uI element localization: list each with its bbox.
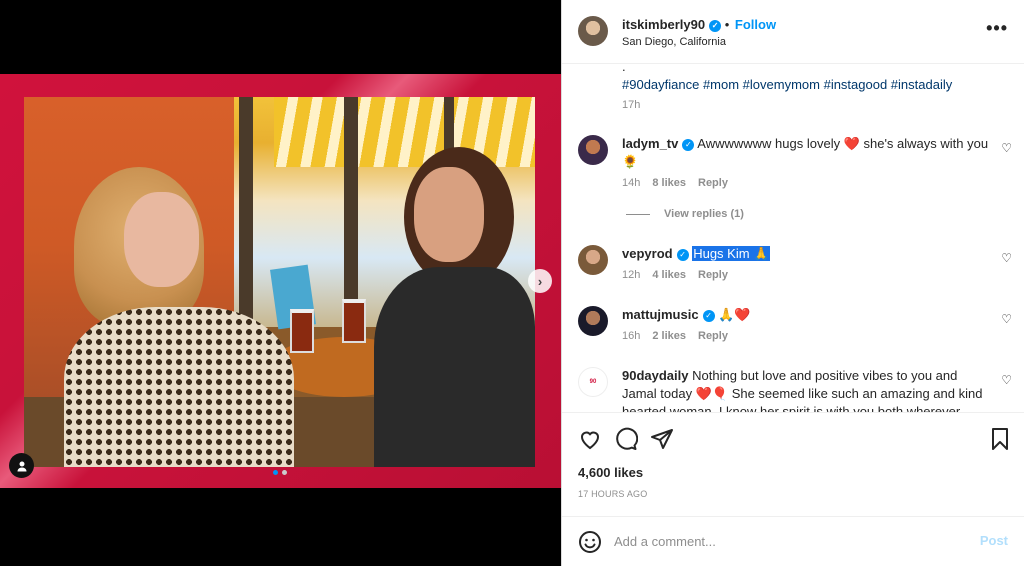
- post-timestamp[interactable]: 17 HOURS AGO: [578, 489, 647, 499]
- verified-badge-icon: ✓: [702, 309, 715, 322]
- avatar[interactable]: [578, 245, 608, 275]
- paper-plane-icon[interactable]: [650, 427, 674, 451]
- comment-meta: 12h 4 likes Reply: [622, 269, 728, 281]
- caption-time[interactable]: 17h: [622, 99, 640, 111]
- caption-hashtags[interactable]: #90dayfiance #mom #lovemymom #instagood …: [622, 77, 952, 92]
- post-header: itskimberly90 ✓ • Follow San Diego, Calif…: [562, 0, 1024, 64]
- heart-icon[interactable]: [578, 427, 602, 451]
- comment-like-icon[interactable]: ♡: [1001, 141, 1012, 155]
- comment-time[interactable]: 12h: [622, 269, 640, 281]
- avatar[interactable]: [578, 16, 608, 46]
- carousel-dot: [282, 470, 287, 475]
- comment-username[interactable]: ladym_tv: [622, 136, 678, 151]
- comment-likes[interactable]: 8 likes: [652, 177, 686, 189]
- comment-like-icon[interactable]: ♡: [1001, 251, 1012, 265]
- photo-person-right: [364, 147, 535, 467]
- comment-time[interactable]: 16h: [622, 330, 640, 342]
- comment-input[interactable]: [614, 529, 954, 553]
- post-details-panel: itskimberly90 ✓ • Follow San Diego, Calif…: [561, 0, 1024, 566]
- comment-icon[interactable]: [614, 427, 638, 451]
- comment-body: 90daydaily Nothing but love and positive…: [622, 367, 992, 412]
- photo-cup: [342, 299, 366, 343]
- comments-list[interactable]: . #90dayfiance #mom #lovemymom #instagoo…: [562, 65, 1024, 412]
- comment-meta: 14h 8 likes Reply: [622, 177, 728, 189]
- more-options-icon[interactable]: •••: [986, 18, 1008, 39]
- next-slide-button[interactable]: ›: [528, 269, 552, 293]
- photo-frame: [0, 74, 561, 488]
- comment-like-icon[interactable]: ♡: [1001, 373, 1012, 387]
- location-link[interactable]: San Diego, California: [622, 36, 726, 48]
- username-link[interactable]: itskimberly90: [622, 17, 705, 32]
- tagged-users-button[interactable]: [9, 453, 34, 478]
- avatar[interactable]: [578, 306, 608, 336]
- avatar[interactable]: [578, 135, 608, 165]
- verified-badge-icon: ✓: [709, 19, 722, 32]
- verified-badge-icon: ✓: [676, 248, 689, 261]
- post-comment-button[interactable]: Post: [980, 533, 1008, 548]
- smiley-icon[interactable]: [578, 530, 602, 554]
- view-replies-button[interactable]: View replies (1): [626, 208, 744, 220]
- post-photo[interactable]: [24, 97, 535, 467]
- comment-meta: 16h 2 likes Reply: [622, 330, 728, 342]
- reply-button[interactable]: Reply: [698, 269, 728, 281]
- likes-count[interactable]: 4,600 likes: [578, 465, 643, 480]
- post-author: itskimberly90 ✓ • Follow: [622, 17, 776, 32]
- user-tag-icon: [17, 461, 26, 471]
- comment-body: ladym_tv ✓ Awwwwwww hugs lovely ❤️ she's …: [622, 135, 992, 171]
- divider: [626, 213, 650, 215]
- carousel-dot-active: [273, 470, 278, 475]
- caption-text: .: [622, 65, 626, 74]
- comment-text: Hugs Kim 🙏: [692, 246, 771, 261]
- verified-badge-icon: ✓: [682, 138, 695, 151]
- add-comment-bar: Post: [562, 516, 1024, 566]
- logo-icon: 90: [589, 379, 597, 385]
- dot-separator: •: [724, 17, 730, 32]
- comment-text: 🙏❤️: [718, 307, 751, 322]
- comment-body: vepyrod ✓ Hugs Kim 🙏: [622, 245, 992, 263]
- carousel-indicator: [273, 470, 287, 475]
- comment-likes[interactable]: 2 likes: [652, 330, 686, 342]
- view-replies-label: View replies (1): [664, 208, 744, 220]
- avatar[interactable]: 90: [578, 367, 608, 397]
- reply-button[interactable]: Reply: [698, 177, 728, 189]
- comment-like-icon[interactable]: ♡: [1001, 312, 1012, 326]
- reply-button[interactable]: Reply: [698, 330, 728, 342]
- comment-body: mattujmusic ✓ 🙏❤️: [622, 306, 992, 324]
- post-media: ›: [0, 0, 561, 566]
- bookmark-icon[interactable]: [988, 427, 1012, 451]
- post-actions: 4,600 likes 17 HOURS AGO: [562, 412, 1024, 516]
- comment-likes[interactable]: 4 likes: [652, 269, 686, 281]
- comment-time[interactable]: 14h: [622, 177, 640, 189]
- comment-username[interactable]: vepyrod: [622, 246, 673, 261]
- follow-button[interactable]: Follow: [735, 17, 776, 32]
- chevron-right-icon: ›: [537, 273, 543, 289]
- photo-person-left: [64, 167, 294, 467]
- comment-username[interactable]: mattujmusic: [622, 307, 699, 322]
- comment-username[interactable]: 90daydaily: [622, 368, 689, 383]
